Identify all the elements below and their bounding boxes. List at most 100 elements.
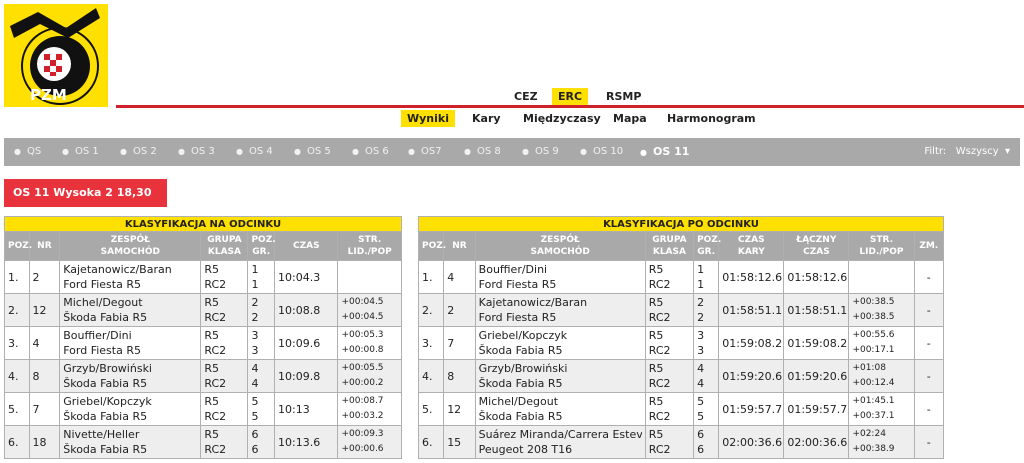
tab-miedzyczasy[interactable]: Międzyczasy [517,110,607,127]
cell-team-line: Ford Fiesta R5 [63,344,141,357]
col-nr: NR [28,231,61,261]
cell-str: +00:55.6 +00:17.1 [848,326,915,360]
cell-nr: 12 [443,392,476,426]
cell-str-line: +02:24 [852,429,886,439]
cell-czas: 02:00:36.6 [718,425,785,459]
stage-os7[interactable]: ● OS7 [408,146,442,157]
stage-os2[interactable]: ● OS 2 [120,146,157,157]
table-row[interactable]: 2. 2 Kajetanowicz/Baran Ford Fiesta R5 R5 RC2… [417,293,945,327]
table-row[interactable]: 1. 2 Kajetanowicz/Baran Ford Fiesta R5 R5 RC2… [4,260,402,294]
cell-grupa-line: RC2 [204,377,227,390]
stage-classification-table: KLASYFIKACJA NA ODCINKU POZ. NR ZESPÓŁ SA… [4,216,402,459]
cell-poz-gr-line: 5 [251,395,259,408]
cell-team: Kajetanowicz/Baran Ford Fiesta R5 [59,260,202,294]
filter-control[interactable]: Filtr: Wszyscy ▾ [924,146,1010,157]
cell-czas: 01:59:57.7 [718,392,785,426]
cell-grupa-line: RC2 [648,443,671,456]
cell-poz-gr-line: 3 [251,329,259,342]
cell-str-line: +00:37.1 [852,411,895,421]
cell-poz-gr-line: 2 [697,296,705,309]
cell-czas: 10:13 [274,392,339,426]
cell-team-line: Bouffier/Dini [478,263,548,276]
cell-laczny: 02:00:36.6 [783,425,850,459]
cell-czas: 10:04.3 [274,260,339,294]
nav-cez[interactable]: CEZ [508,88,544,105]
table-row[interactable]: 6. 15 Suárez Miranda/Carrera Estev… Peugeot… [417,425,945,459]
cell-team-line: Peugeot 208 T16 [478,443,573,456]
cell-poz-gr: 55 [247,392,276,426]
cell-poz: 2. [417,293,445,327]
tab-wyniki[interactable]: Wyniki [401,110,455,127]
cell-team-line: Ford Fiesta R5 [63,278,141,291]
cell-grupa-line: R5 [648,395,664,408]
stage-os11[interactable]: ● OS 11 [640,145,689,158]
cell-str: +01:45.1 +00:37.1 [848,392,915,426]
nav-rsmp[interactable]: RSMP [600,88,647,105]
table-row[interactable]: 6. 18 Nivette/Heller Škoda Fabia R5 R5 RC2 6 6 1… [4,425,402,459]
cell-grupa-line: R5 [648,362,664,375]
stage-qs[interactable]: ● QS [14,146,41,157]
stage-os10[interactable]: ● OS 10 [580,146,623,157]
cell-grupa-line: RC2 [204,311,227,324]
stage-os3[interactable]: ● OS 3 [178,146,215,157]
cell-team-line: Škoda Fabia R5 [63,311,148,324]
cell-poz-gr: 44 [693,359,720,393]
table-caption: KLASYFIKACJA PO ODCINKU [418,216,944,232]
cell-poz: 4. [4,359,30,393]
stage-os6[interactable]: ● OS 6 [352,146,389,157]
tab-mapa[interactable]: Mapa [607,110,653,127]
cell-str-line: +00:38.5 [852,312,895,322]
cell-str-line: +01:08 [852,363,886,373]
cell-czas: 10:13.6 [274,425,339,459]
cell-poz-gr-line: 6 [251,443,259,456]
cell-poz-gr: 22 [693,293,720,327]
stage-os9[interactable]: ● OS 9 [522,146,559,157]
table-row[interactable]: 1. 4 Bouffier/Dini Ford Fiesta R5 R5 RC2 1 1 01:… [417,260,945,294]
cell-str-line: +00:04.5 [341,297,384,307]
cell-grupa: R5 RC2 [200,425,249,459]
cell-grupa-line: R5 [648,428,664,441]
tab-kary[interactable]: Kary [466,110,507,127]
cell-poz-gr-line: 1 [697,263,705,276]
cell-team-line: Škoda Fabia R5 [478,410,563,423]
table-row[interactable]: 3. 7 Griebel/Kopczyk Škoda Fabia R5 R5 RC2 3 3 0… [417,326,945,360]
table-row[interactable]: 5. 7 Griebel/Kopczyk Škoda Fabia R5 R5 RC2 5 5 1… [4,392,402,426]
cell-poz: 4. [417,359,445,393]
cell-team: Grzyb/Browiński Škoda Fabia R5 [474,359,646,393]
cell-poz-gr-line: 5 [697,395,705,408]
table-row[interactable]: 5. 12 Michel/Degout Škoda Fabia R5 R5 RC2 5 5 01… [417,392,945,426]
col-poz-gr: POZ. GR. [693,231,721,261]
tab-harmonogram[interactable]: Harmonogram [661,110,762,127]
cell-poz-gr-line: 6 [251,428,259,441]
stage-os1[interactable]: ● OS 1 [62,146,99,157]
cell-poz: 6. [417,425,445,459]
cell-team: Griebel/Kopczyk Škoda Fabia R5 [474,326,646,360]
cell-czas: 10:08.8 [274,293,339,327]
stage-title-badge: OS 11 Wysoka 2 18,30 km [4,179,167,227]
table-row[interactable]: 4. 8 Grzyb/Browiński Škoda Fabia R5 R5 RC2 4 4 0… [417,359,945,393]
stage-os5[interactable]: ● OS 5 [294,146,331,157]
cell-team-line: Grzyb/Browiński [63,362,152,375]
cell-poz: 5. [4,392,30,426]
cell-nr: 8 [28,359,61,393]
table-row[interactable]: 4. 8 Grzyb/Browiński Škoda Fabia R5 R5 RC2 4 4 1… [4,359,402,393]
stage-selector-bar: ● QS ● OS 1 ● OS 2 ● OS 3 ● OS 4 ● OS 5 ● OS 6 … [4,138,1020,166]
cell-poz-gr-line: 3 [697,344,705,357]
cell-team-line: Suárez Miranda/Carrera Estev… [478,428,642,441]
cell-poz: 1. [417,260,445,294]
cell-zm: - [913,293,945,327]
cell-str-line: +00:05.5 [341,363,384,373]
cell-czas: 10:09.8 [274,359,339,393]
table-row[interactable]: 3. 4 Bouffier/Dini Ford Fiesta R5 R5 RC2 3 3 10:… [4,326,402,360]
cell-grupa-line: RC2 [204,443,227,456]
cell-team: Michel/Degout Škoda Fabia R5 [59,293,202,327]
table-row[interactable]: 2. 12 Michel/Degout Škoda Fabia R5 R5 RC2 2 2 10… [4,293,402,327]
cell-laczny: 01:59:20.6 [783,359,850,393]
cell-team: Bouffier/Dini Ford Fiesta R5 [59,326,202,360]
stage-os4[interactable]: ● OS 4 [236,146,273,157]
filter-select[interactable]: Wszyscy [956,146,999,157]
cell-team-line: Bouffier/Dini [63,329,132,342]
col-czas: CZAS [274,231,339,261]
nav-erc[interactable]: ERC [552,88,589,105]
stage-os8[interactable]: ● OS 8 [464,146,501,157]
